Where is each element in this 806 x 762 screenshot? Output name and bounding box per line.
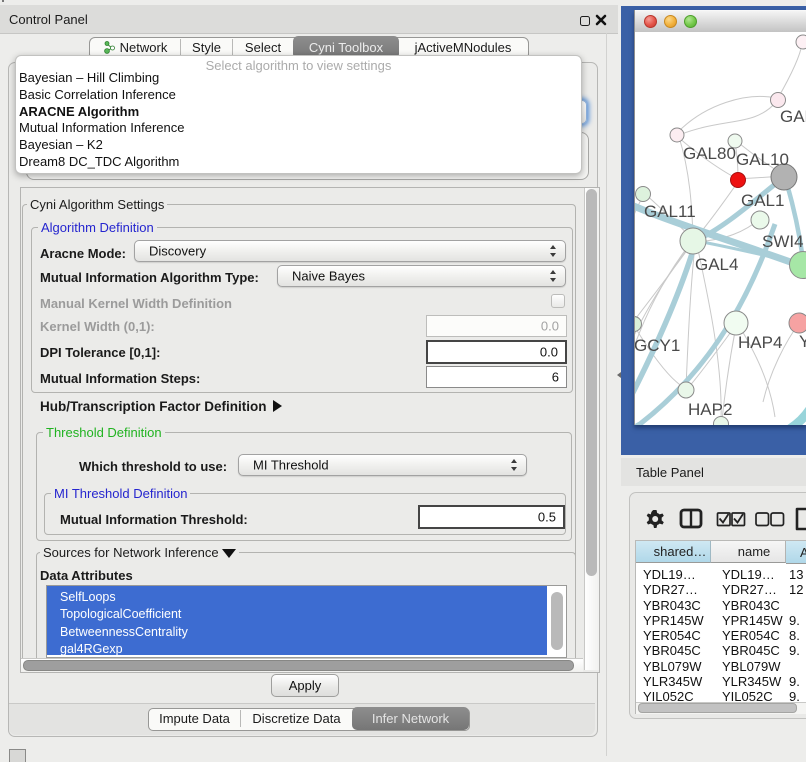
svg-text:GAL1: GAL1 bbox=[741, 191, 784, 210]
svg-text:GAL80: GAL80 bbox=[683, 144, 736, 163]
svg-text:GCY1: GCY1 bbox=[635, 336, 680, 355]
svg-text:HAP4: HAP4 bbox=[738, 333, 782, 352]
svg-text:GAL4: GAL4 bbox=[695, 255, 738, 274]
svg-text:GAL11: GAL11 bbox=[644, 202, 696, 221]
svg-text:GAL2: GAL2 bbox=[780, 107, 806, 126]
svg-text:GAL10: GAL10 bbox=[736, 150, 789, 169]
svg-text:Y: Y bbox=[799, 332, 806, 351]
svg-text:HAP2: HAP2 bbox=[688, 400, 732, 419]
svg-text:SWI4: SWI4 bbox=[762, 232, 804, 251]
